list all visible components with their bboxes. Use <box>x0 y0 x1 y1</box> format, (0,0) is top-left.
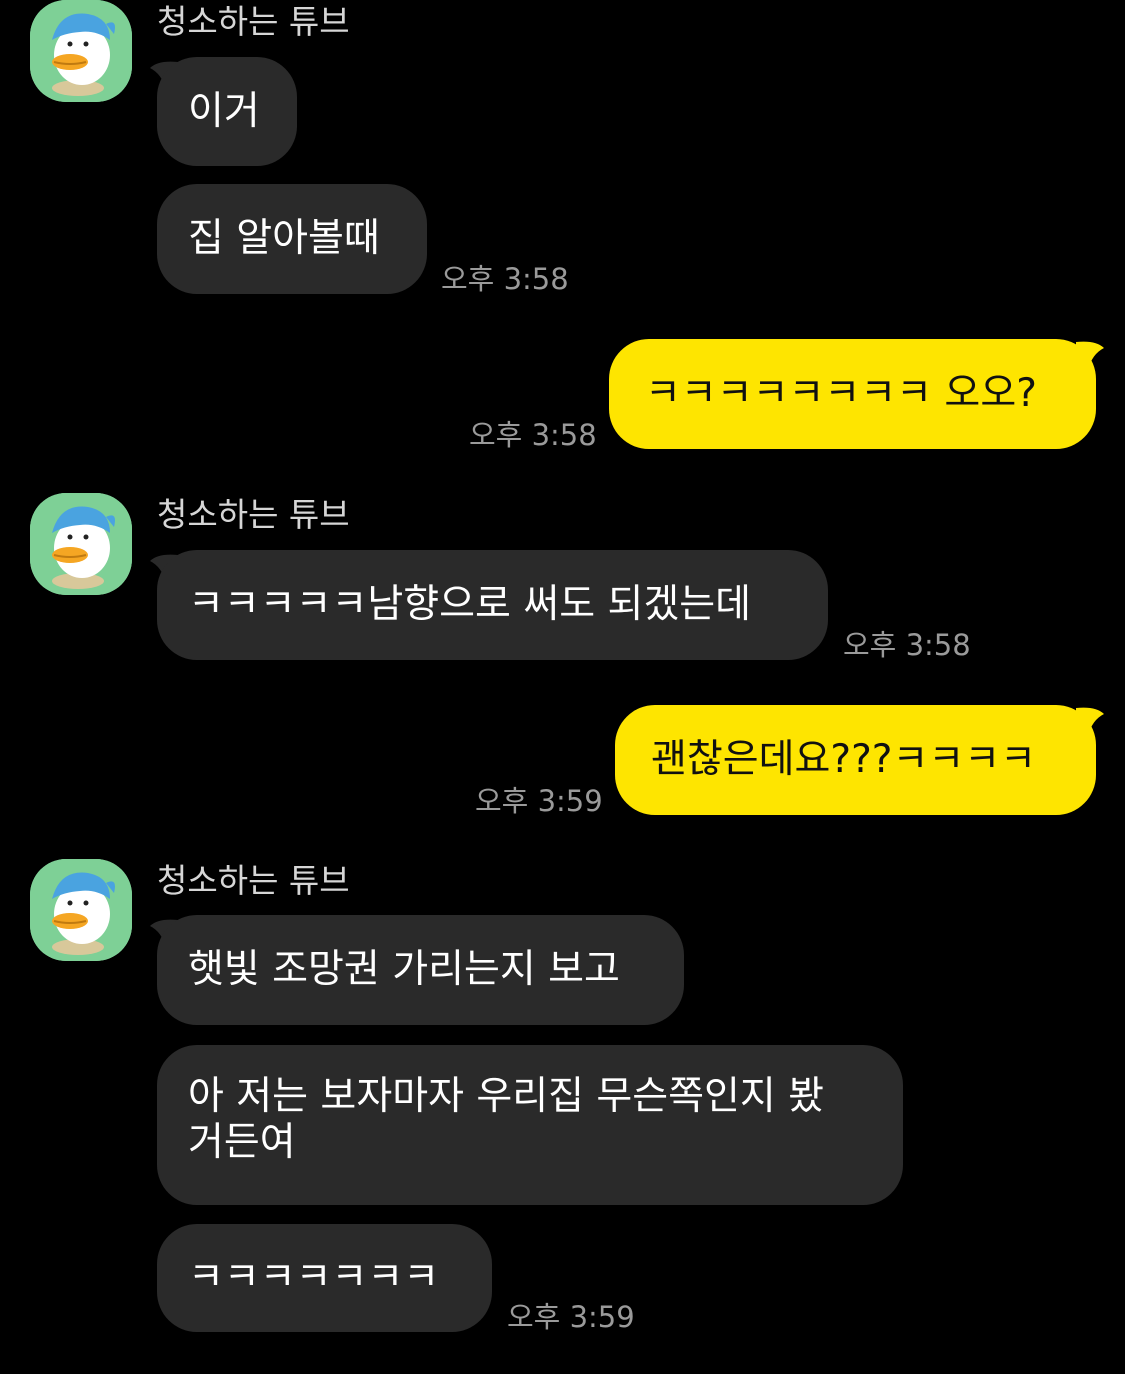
tube-duck-character-icon <box>30 859 132 961</box>
message-text: 아 저는 보자마자 우리집 무슨쪽인지 봤 거든여 <box>188 1074 824 1166</box>
tube-duck-character-icon <box>30 0 132 102</box>
message-text: 집 알아볼때 <box>188 216 380 261</box>
sender-avatar[interactable] <box>30 859 132 961</box>
message-text: ㅋㅋㅋㅋㅋㅋㅋ <box>188 1255 440 1300</box>
message-timestamp: 오후 3:58 <box>843 628 971 662</box>
message-text: ㅋㅋㅋㅋㅋㅋㅋㅋ 오오? <box>645 371 1037 416</box>
sender-name: 청소하는 튜브 <box>157 861 350 900</box>
incoming-message-bubble[interactable]: 집 알아볼때 <box>157 184 427 294</box>
outgoing-message-bubble[interactable]: 괜찮은데요???ㅋㅋㅋㅋ <box>615 705 1096 815</box>
sender-name: 청소하는 튜브 <box>157 495 350 534</box>
sender-avatar[interactable] <box>30 0 132 102</box>
sender-avatar[interactable] <box>30 493 132 595</box>
message-text: ㅋㅋㅋㅋㅋ남향으로 써도 되겠는데 <box>188 582 751 627</box>
incoming-message-bubble[interactable]: 햇빛 조망권 가리는지 보고 <box>157 915 684 1025</box>
tube-duck-character-icon <box>30 493 132 595</box>
incoming-message-bubble[interactable]: ㅋㅋㅋㅋㅋㅋㅋ <box>157 1224 492 1332</box>
message-timestamp: 오후 3:59 <box>475 784 603 818</box>
incoming-message-bubble[interactable]: 아 저는 보자마자 우리집 무슨쪽인지 봤 거든여 <box>157 1045 903 1205</box>
outgoing-message-bubble[interactable]: ㅋㅋㅋㅋㅋㅋㅋㅋ 오오? <box>609 339 1096 449</box>
incoming-message-bubble[interactable]: ㅋㅋㅋㅋㅋ남향으로 써도 되겠는데 <box>157 550 828 660</box>
message-text: 이거 <box>188 88 260 134</box>
outgoing-bubble-tail <box>1076 707 1104 736</box>
message-text: 괜찮은데요???ㅋㅋㅋㅋ <box>651 737 1037 782</box>
incoming-message-bubble[interactable]: 이거 <box>157 57 297 166</box>
sender-name: 청소하는 튜브 <box>157 2 350 41</box>
message-timestamp: 오후 3:58 <box>441 262 569 296</box>
outgoing-bubble-tail <box>1076 341 1104 370</box>
message-timestamp: 오후 3:59 <box>507 1300 635 1334</box>
message-text: 햇빛 조망권 가리는지 보고 <box>188 947 620 992</box>
message-text-line: 아 저는 보자마자 우리집 무슨쪽인지 봤 <box>188 1074 825 1119</box>
message-text-line: 거든여 <box>188 1120 296 1165</box>
message-timestamp: 오후 3:58 <box>469 418 597 452</box>
